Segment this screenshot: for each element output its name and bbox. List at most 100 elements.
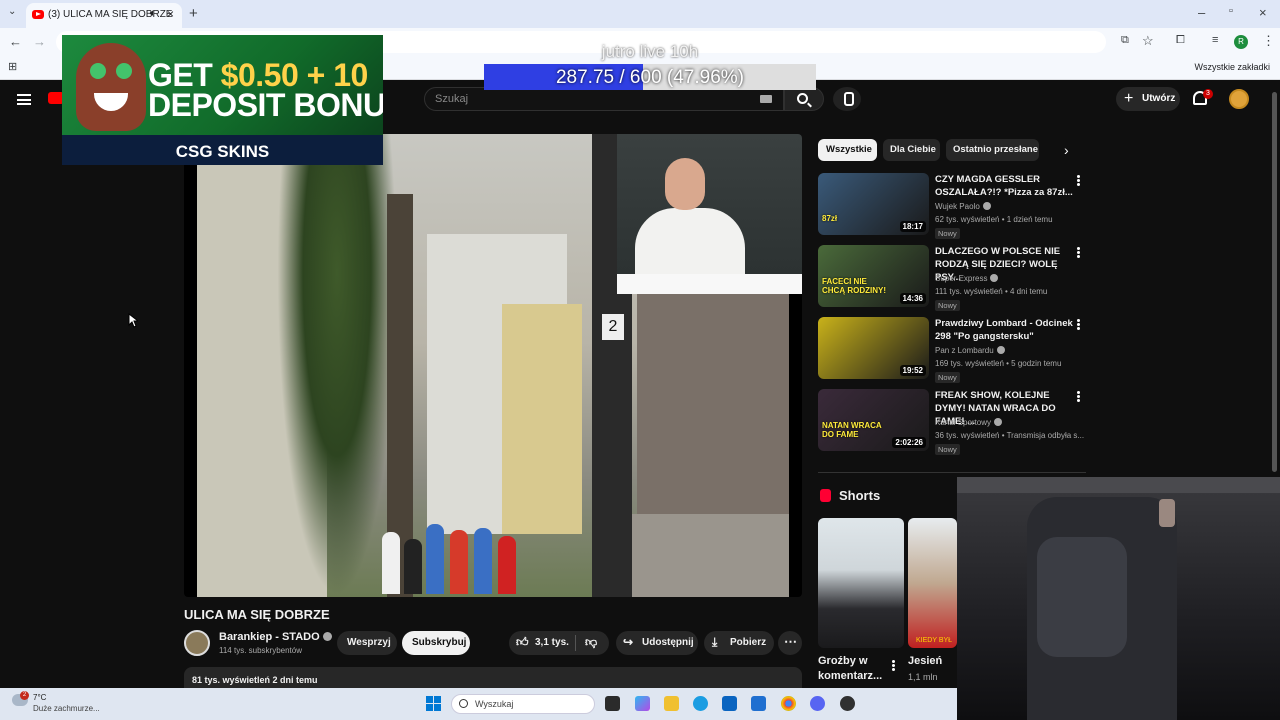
mouse-cursor-icon	[128, 313, 138, 328]
new-badge: Nowy	[935, 444, 960, 455]
subscribe-label: Subskrybuj	[412, 637, 467, 648]
like-button[interactable]: 👍︎ 3,1 tys. 👎︎	[509, 631, 609, 655]
channel-name[interactable]: Barankiep - STADO	[219, 631, 332, 643]
bookmark-star-icon[interactable]: ☆	[1142, 33, 1154, 49]
chip-label: Dla Ciebie	[890, 144, 936, 155]
recommended-video[interactable]: NATAN WRACA DO FAME 2:02:26 FREAK SHOW, KO…	[818, 389, 1088, 455]
video-title: ULICA MA SIĘ DOBRZE	[184, 607, 330, 622]
short-title[interactable]: Groźby w komentarz...	[818, 654, 882, 684]
file-explorer-icon[interactable]	[664, 696, 679, 711]
video-title-link[interactable]: Prawdziwy Lombard - Odcinek 298 "Po gang…	[935, 317, 1075, 343]
close-tab-icon[interactable]: ×	[167, 7, 174, 21]
short-more-icon[interactable]	[892, 660, 895, 671]
forward-icon[interactable]: →	[33, 34, 46, 49]
search-input[interactable]: Szukaj	[424, 87, 784, 111]
more-options-icon[interactable]	[1077, 391, 1080, 402]
recommended-video[interactable]: FACECI NIE CHCĄ RODZINY! 14:36 DLACZEGO W …	[818, 245, 1088, 311]
store-icon[interactable]	[751, 696, 766, 711]
search-button[interactable]	[784, 87, 824, 111]
reading-list-icon[interactable]: ≡	[1212, 34, 1218, 46]
profile-avatar[interactable]: R	[1234, 35, 1248, 49]
share-icon: ↪	[623, 635, 634, 649]
apps-grid-icon[interactable]: ⊞	[8, 60, 17, 73]
back-icon[interactable]: ←	[9, 34, 22, 49]
chip-for-you[interactable]: Dla Ciebie	[883, 139, 940, 161]
short-title[interactable]: Jesień	[908, 654, 942, 669]
inset-webcam	[617, 134, 802, 294]
speaker-icon[interactable]: 🔈︎	[150, 8, 156, 19]
subscribe-button[interactable]: Subskrybuj	[402, 631, 470, 655]
copilot-icon[interactable]	[635, 696, 650, 711]
more-options-icon[interactable]	[1077, 319, 1080, 330]
person-face	[665, 158, 705, 210]
page-scrollbar[interactable]	[1272, 92, 1277, 472]
video-thumbnail[interactable]: 19:52	[818, 317, 929, 379]
all-bookmarks-link[interactable]: Wszystkie zakładki	[1194, 62, 1270, 72]
weather-temperature[interactable]: 7°C	[33, 693, 46, 702]
background-shelf	[957, 477, 1280, 493]
tab-search-icon[interactable]: ⌄	[8, 6, 16, 17]
shorts-icon	[820, 489, 831, 502]
new-tab-icon[interactable]: +	[189, 5, 198, 22]
video-frame: 2	[197, 134, 802, 597]
video-player[interactable]: 2	[184, 134, 802, 597]
taskbar-search-input[interactable]: Wyszukaj	[451, 694, 595, 714]
video-thumbnail[interactable]: NATAN WRACA DO FAME 2:02:26	[818, 389, 929, 451]
thumbs-down-icon[interactable]: 👎︎	[585, 635, 597, 650]
notifications-badge: 3	[1203, 89, 1213, 99]
more-options-icon[interactable]	[1077, 175, 1080, 186]
user-avatar[interactable]	[1229, 89, 1249, 109]
video-thumbnail[interactable]: 87zł 18:17	[818, 173, 929, 235]
chevron-right-icon[interactable]: ›	[1064, 142, 1069, 158]
short-thumbnail[interactable]	[818, 518, 904, 648]
channel-name[interactable]: Kanał Sportowy	[935, 418, 1003, 427]
more-options-icon[interactable]	[1077, 247, 1080, 258]
create-label: Utwórz	[1142, 93, 1176, 104]
support-button[interactable]: Wesprzyj	[337, 631, 397, 655]
channel-name[interactable]: Super Express	[935, 274, 999, 283]
video-title-link[interactable]: CZY MAGDA GESSLER OSZALAŁA?!? *Pizza za …	[935, 173, 1075, 199]
windows-start-icon[interactable]	[426, 696, 441, 711]
share-button[interactable]: ↪ Udostępnij	[616, 631, 698, 655]
edge-icon[interactable]	[693, 696, 708, 711]
restore-icon[interactable]: ▫	[1229, 5, 1233, 17]
chip-recently-uploaded[interactable]: Ostatnio przesłane	[946, 139, 1039, 161]
channel-name[interactable]: Pan z Lombardu	[935, 346, 1005, 355]
keyboard-icon[interactable]	[760, 95, 772, 103]
obs-icon[interactable]	[840, 696, 855, 711]
chip-all[interactable]: Wszystkie	[818, 139, 877, 161]
table	[617, 274, 802, 294]
chrome-icon[interactable]	[781, 696, 796, 711]
views-and-date: 81 tys. wyświetleń 2 dni temu	[192, 675, 318, 685]
browser-tab[interactable]: (3) ULICA MA SIĘ DOBRZE 🔈︎ ×	[26, 3, 182, 28]
minimize-icon[interactable]: –	[1198, 5, 1205, 20]
discord-icon[interactable]	[810, 696, 825, 711]
download-icon: ⤓	[712, 635, 718, 649]
verified-icon	[996, 346, 1005, 354]
channel-name[interactable]: Wujek Paolo	[935, 202, 991, 211]
video-thumbnail[interactable]: FACECI NIE CHCĄ RODZINY! 14:36	[818, 245, 929, 307]
more-actions-button[interactable]: ⋯	[778, 631, 802, 655]
channel-name-text: Wujek Paolo	[935, 202, 980, 211]
plus-icon: +	[1124, 90, 1134, 107]
extensions-icon[interactable]: ⧠	[1176, 34, 1185, 47]
channel-avatar[interactable]	[184, 630, 210, 656]
hand	[1159, 499, 1175, 527]
voice-search-button[interactable]	[833, 87, 861, 111]
ad-subheadline: DEPOSIT BONU	[148, 87, 383, 123]
recommended-video[interactable]: 87zł 18:17 CZY MAGDA GESSLER OSZALAŁA?!? *…	[818, 173, 1088, 239]
tree-foliage	[277, 134, 397, 597]
cast-icon[interactable]: ⧉	[1121, 34, 1129, 47]
hamburger-menu-icon[interactable]	[17, 94, 31, 105]
recommended-video[interactable]: 19:52 Prawdziwy Lombard - Odcinek 298 "Po…	[818, 317, 1088, 383]
outlook-icon[interactable]	[722, 696, 737, 711]
download-button[interactable]: ⤓ Pobierz	[704, 631, 774, 655]
thumbs-up-icon: 👍︎	[516, 635, 529, 649]
weather-description[interactable]: Duże zachmurze...	[33, 704, 100, 713]
create-button[interactable]: + Utwórz	[1116, 87, 1180, 111]
chip-label: Wszystkie	[826, 144, 872, 155]
window-close-icon[interactable]: ×	[1259, 5, 1267, 20]
short-thumbnail[interactable]: KIEDY BYŁ	[908, 518, 957, 648]
chrome-menu-icon[interactable]: ⋮	[1262, 33, 1275, 49]
task-view-icon[interactable]	[605, 696, 620, 711]
